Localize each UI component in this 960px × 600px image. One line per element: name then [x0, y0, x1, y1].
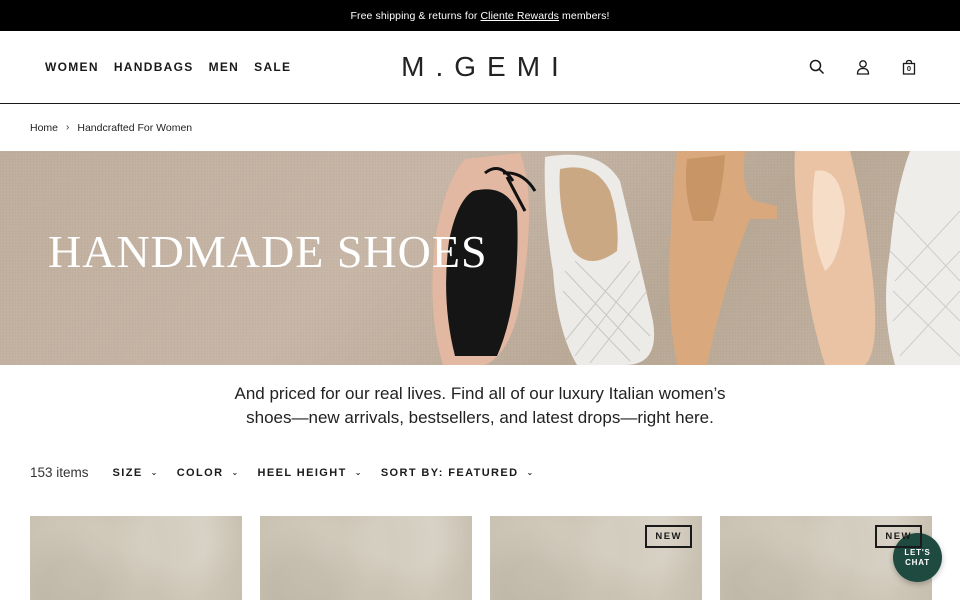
- promo-bar: Free shipping & returns for Cliente Rewa…: [0, 0, 960, 31]
- filter-bar: 153 items SIZE ⌄ COLOR ⌄ HEEL HEIGHT ⌄ S…: [30, 465, 930, 480]
- breadcrumb-current: Handcrafted For Women: [77, 121, 193, 134]
- breadcrumb: Home › Handcrafted For Women: [0, 104, 960, 151]
- filter-size[interactable]: SIZE ⌄: [113, 467, 159, 479]
- intro-line-2: shoes—new arrivals, bestsellers, and lat…: [246, 408, 714, 427]
- site-header: WOMEN HANDBAGS MEN SALE M.GEMI 0: [0, 31, 960, 104]
- nav-men[interactable]: MEN: [209, 60, 240, 74]
- chevron-down-icon: ⌄: [150, 468, 159, 477]
- hero-shoes-image: [432, 151, 960, 365]
- chat-label-line-2: CHAT: [905, 557, 930, 567]
- nav-sale[interactable]: SALE: [254, 60, 291, 74]
- bag-count: 0: [906, 64, 912, 73]
- sort-label: SORT BY: FEATURED: [380, 466, 519, 479]
- main-nav: WOMEN HANDBAGS MEN SALE: [45, 60, 291, 74]
- chevron-down-icon: ⌄: [231, 468, 240, 477]
- hero-banner: HANDMADE SHOES: [0, 151, 960, 365]
- promo-text-after: members!: [562, 9, 610, 22]
- intro-line-1: And priced for our real lives. Find all …: [234, 384, 726, 403]
- new-badge: NEW: [645, 525, 692, 548]
- shopping-bag-icon[interactable]: 0: [900, 58, 918, 76]
- filter-heel-height-label: HEEL HEIGHT: [257, 466, 347, 479]
- cliente-rewards-link[interactable]: Cliente Rewards: [480, 10, 559, 22]
- promo-text-before: Free shipping & returns for: [350, 9, 478, 22]
- filter-size-label: SIZE: [112, 466, 143, 479]
- product-card[interactable]: [30, 516, 242, 600]
- filter-heel-height[interactable]: HEEL HEIGHT ⌄: [258, 467, 363, 479]
- filter-color[interactable]: COLOR ⌄: [177, 467, 240, 479]
- nav-women[interactable]: WOMEN: [45, 60, 99, 74]
- intro-text: And priced for our real lives. Find all …: [0, 382, 960, 430]
- nav-handbags[interactable]: HANDBAGS: [114, 60, 194, 74]
- sort-dropdown[interactable]: SORT BY: FEATURED ⌄: [381, 467, 535, 479]
- filter-color-label: COLOR: [176, 466, 224, 479]
- new-badge: NEW: [875, 525, 922, 548]
- chevron-right-icon: ›: [66, 122, 70, 133]
- product-card[interactable]: [260, 516, 472, 600]
- chat-label-line-1: LET'S: [904, 547, 931, 557]
- product-card[interactable]: NEW: [490, 516, 702, 600]
- logo[interactable]: M.GEMI: [390, 51, 570, 83]
- header-icons: 0: [808, 31, 918, 103]
- breadcrumb-home[interactable]: Home: [30, 122, 58, 134]
- chevron-down-icon: ⌄: [354, 468, 363, 477]
- product-grid: NEW NEW: [30, 516, 932, 600]
- chevron-down-icon: ⌄: [526, 468, 535, 477]
- item-count: 153 items: [30, 465, 89, 480]
- search-icon[interactable]: [808, 58, 826, 76]
- hero-title: HANDMADE SHOES: [48, 226, 488, 277]
- user-icon[interactable]: [854, 58, 872, 76]
